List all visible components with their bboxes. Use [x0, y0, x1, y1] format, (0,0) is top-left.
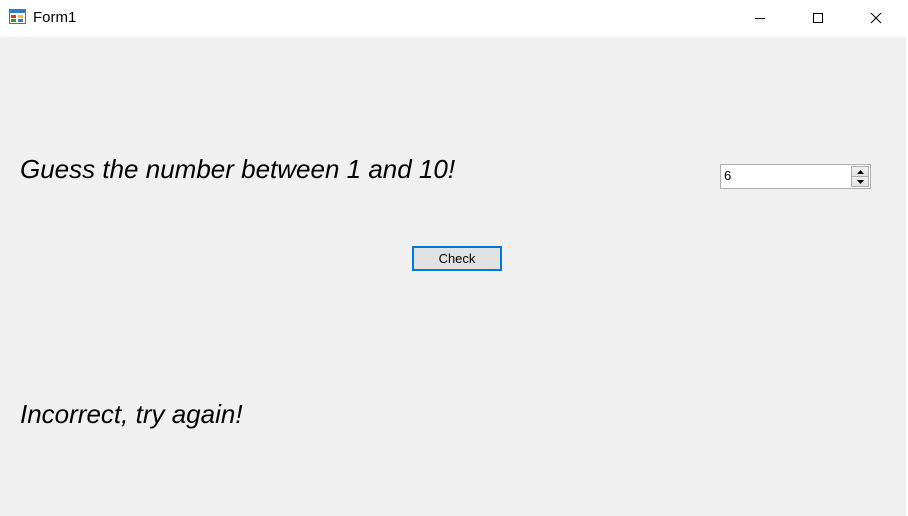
spin-up-button[interactable]: [851, 166, 869, 177]
maximize-button[interactable]: [789, 0, 847, 36]
form-app-icon: [9, 9, 26, 24]
maximize-icon: [813, 13, 823, 23]
spin-down-button[interactable]: [851, 177, 869, 187]
close-icon: [870, 12, 882, 24]
prompt-label: Guess the number between 1 and 10!: [20, 154, 456, 184]
result-label: Incorrect, try again!: [20, 399, 243, 429]
title-bar[interactable]: Form1: [0, 0, 906, 37]
form1-window: Form1 Guess the number between 1 and 10!…: [0, 0, 906, 516]
check-button[interactable]: Check: [412, 246, 502, 271]
guess-numeric-updown[interactable]: 6: [720, 164, 871, 189]
window-title: Form1: [33, 9, 77, 26]
guess-value[interactable]: 6: [724, 168, 731, 183]
form-client-area: Guess the number between 1 and 10! 6 Che…: [0, 37, 906, 516]
minimize-button[interactable]: [731, 0, 789, 36]
spin-down-arrow-icon: [856, 179, 864, 184]
spin-buttons: [851, 166, 869, 187]
close-button[interactable]: [847, 0, 905, 36]
spin-up-arrow-icon: [856, 169, 864, 174]
minimize-icon: [755, 18, 765, 19]
